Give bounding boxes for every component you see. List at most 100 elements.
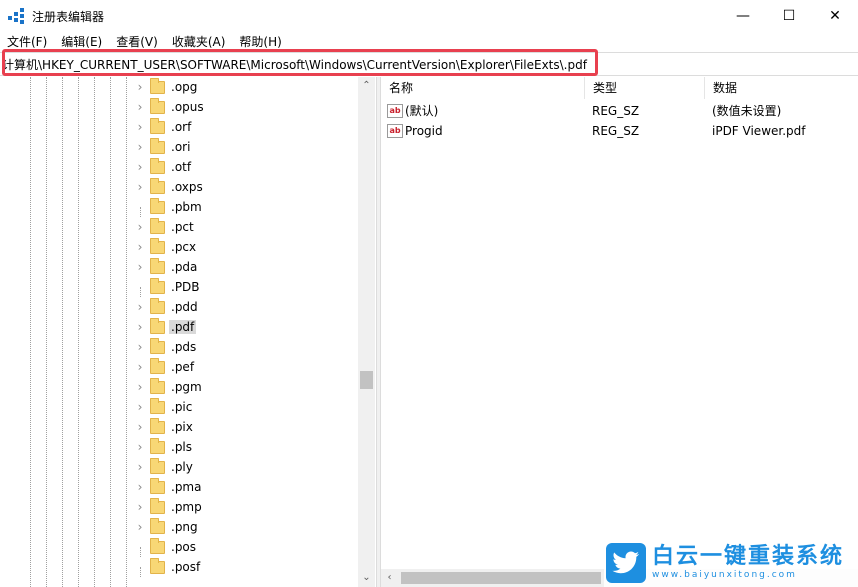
expand-chevron-icon[interactable]: › (134, 500, 146, 514)
expand-chevron-icon[interactable]: › (134, 520, 146, 534)
regedit-app-icon (8, 8, 24, 24)
expand-chevron-icon[interactable]: › (134, 120, 146, 134)
tree-item[interactable]: › .pds (134, 337, 364, 357)
tree-item-label: .pmp (171, 500, 202, 514)
tree-item[interactable]: › .opg (134, 77, 364, 97)
tree-item[interactable]: › .pic (134, 397, 364, 417)
folder-icon (150, 517, 165, 534)
folder-icon (150, 397, 165, 414)
expand-chevron-icon[interactable]: › (134, 320, 146, 334)
list-item[interactable]: ab Progid REG_SZ iPDF Viewer.pdf (381, 121, 858, 141)
string-value-icon: ab (387, 104, 403, 118)
tree-guide-line (30, 77, 31, 587)
tree-item[interactable]: .pos (134, 537, 364, 557)
watermark-title: 白云一键重装系统 (652, 544, 845, 569)
tree-item[interactable]: .posf (134, 557, 364, 577)
tree-guide-line (94, 77, 95, 587)
scroll-thumb[interactable] (401, 572, 601, 584)
tree-item-label: .pdf (169, 320, 197, 334)
tree-item[interactable]: › .pmp (134, 497, 364, 517)
tree-item[interactable]: › .pct (134, 217, 364, 237)
expand-chevron-icon[interactable]: › (134, 380, 146, 394)
scroll-left-arrow-icon[interactable]: ‹ (381, 569, 398, 587)
tree-item-label: .pic (171, 400, 193, 414)
folder-icon (150, 237, 165, 254)
expand-chevron-icon[interactable]: › (134, 140, 146, 154)
folder-icon (150, 197, 165, 214)
tree-item-label: .ori (171, 140, 191, 154)
tree-item[interactable]: .pbm (134, 197, 364, 217)
expand-chevron-icon[interactable]: › (134, 480, 146, 494)
tree-item-label: .pcx (171, 240, 197, 254)
folder-icon (150, 117, 165, 134)
expand-chevron-icon[interactable]: › (134, 180, 146, 194)
value-type: REG_SZ (592, 104, 640, 118)
tree-item[interactable]: › .pda (134, 257, 364, 277)
value-data: (数值未设置) (712, 104, 782, 118)
value-name: Progid (405, 124, 443, 138)
tree-item-label: .pgm (171, 380, 202, 394)
tree-vertical-scrollbar[interactable]: ⌃ ⌄ (358, 77, 375, 587)
window-controls: — ☐ ✕ (720, 0, 858, 32)
expand-chevron-icon[interactable]: › (134, 420, 146, 434)
tree-item[interactable]: › .oxps (134, 177, 364, 197)
tree-item[interactable]: › .pdd (134, 297, 364, 317)
expand-chevron-icon[interactable]: › (134, 360, 146, 374)
folder-icon (150, 297, 165, 314)
tree-item[interactable]: .PDB (134, 277, 364, 297)
expand-chevron-icon[interactable]: › (134, 260, 146, 274)
folder-icon (150, 557, 165, 574)
expand-chevron-icon[interactable]: › (134, 80, 146, 94)
scroll-down-arrow-icon[interactable]: ⌄ (358, 569, 375, 586)
column-header-name[interactable]: 名称 (381, 77, 585, 99)
folder-icon (150, 457, 165, 474)
tree-item[interactable]: › .otf (134, 157, 364, 177)
folder-icon (150, 177, 165, 194)
expand-chevron-icon[interactable]: › (134, 340, 146, 354)
tree-item-label: .opg (171, 80, 198, 94)
tree-item[interactable]: › .pix (134, 417, 364, 437)
scroll-thumb[interactable] (360, 371, 373, 389)
watermark-url: www.baiyunxitong.com (652, 570, 797, 580)
tree-item[interactable]: › .pgm (134, 377, 364, 397)
values-list-pane[interactable]: 名称 类型 数据 ab (默认) REG_SZ (数值未设置) ab Progi… (381, 77, 858, 587)
expand-chevron-icon[interactable]: › (134, 400, 146, 414)
expand-chevron-icon[interactable]: › (134, 440, 146, 454)
tree-item[interactable]: › .ply (134, 457, 364, 477)
tree-guide-line (126, 77, 127, 587)
close-button[interactable]: ✕ (812, 0, 858, 32)
tree-item[interactable]: › .pls (134, 437, 364, 457)
tree-item[interactable]: › .pef (134, 357, 364, 377)
tree-item-label: .opus (171, 100, 204, 114)
folder-icon (150, 417, 165, 434)
tree-item[interactable]: › .pdf (134, 317, 364, 337)
expand-chevron-icon[interactable]: › (134, 460, 146, 474)
tree-item[interactable]: › .pcx (134, 237, 364, 257)
folder-icon (150, 77, 165, 94)
expand-chevron-icon[interactable]: › (134, 240, 146, 254)
expand-chevron-icon[interactable]: › (134, 300, 146, 314)
folder-icon (150, 257, 165, 274)
tree-item[interactable]: › .png (134, 517, 364, 537)
expand-chevron-icon[interactable]: › (134, 220, 146, 234)
folder-icon (150, 97, 165, 114)
tree-item-label: .oxps (171, 180, 203, 194)
list-item[interactable]: ab (默认) REG_SZ (数值未设置) (381, 101, 858, 121)
column-header-type[interactable]: 类型 (585, 77, 705, 99)
scroll-up-arrow-icon[interactable]: ⌃ (358, 77, 375, 94)
tree-item[interactable]: › .orf (134, 117, 364, 137)
expand-chevron-icon[interactable]: › (134, 100, 146, 114)
tree-item[interactable]: › .opus (134, 97, 364, 117)
tree-guide-line (46, 77, 47, 587)
expand-chevron-icon[interactable]: › (134, 160, 146, 174)
tree-item-label: .pct (171, 220, 194, 234)
tree-item-label: .pos (171, 540, 197, 554)
column-header-data[interactable]: 数据 (705, 77, 858, 99)
key-tree-pane[interactable]: › .opg › .opus › .orf › .ori › .otf › .oxps .pbm › .pc… (0, 77, 376, 587)
tree-item[interactable]: › .pma (134, 477, 364, 497)
tree-item[interactable]: › .ori (134, 137, 364, 157)
string-value-icon: ab (387, 124, 403, 138)
minimize-button[interactable]: — (720, 0, 766, 32)
maximize-button[interactable]: ☐ (766, 0, 812, 32)
tree-item-label: .PDB (171, 280, 200, 294)
